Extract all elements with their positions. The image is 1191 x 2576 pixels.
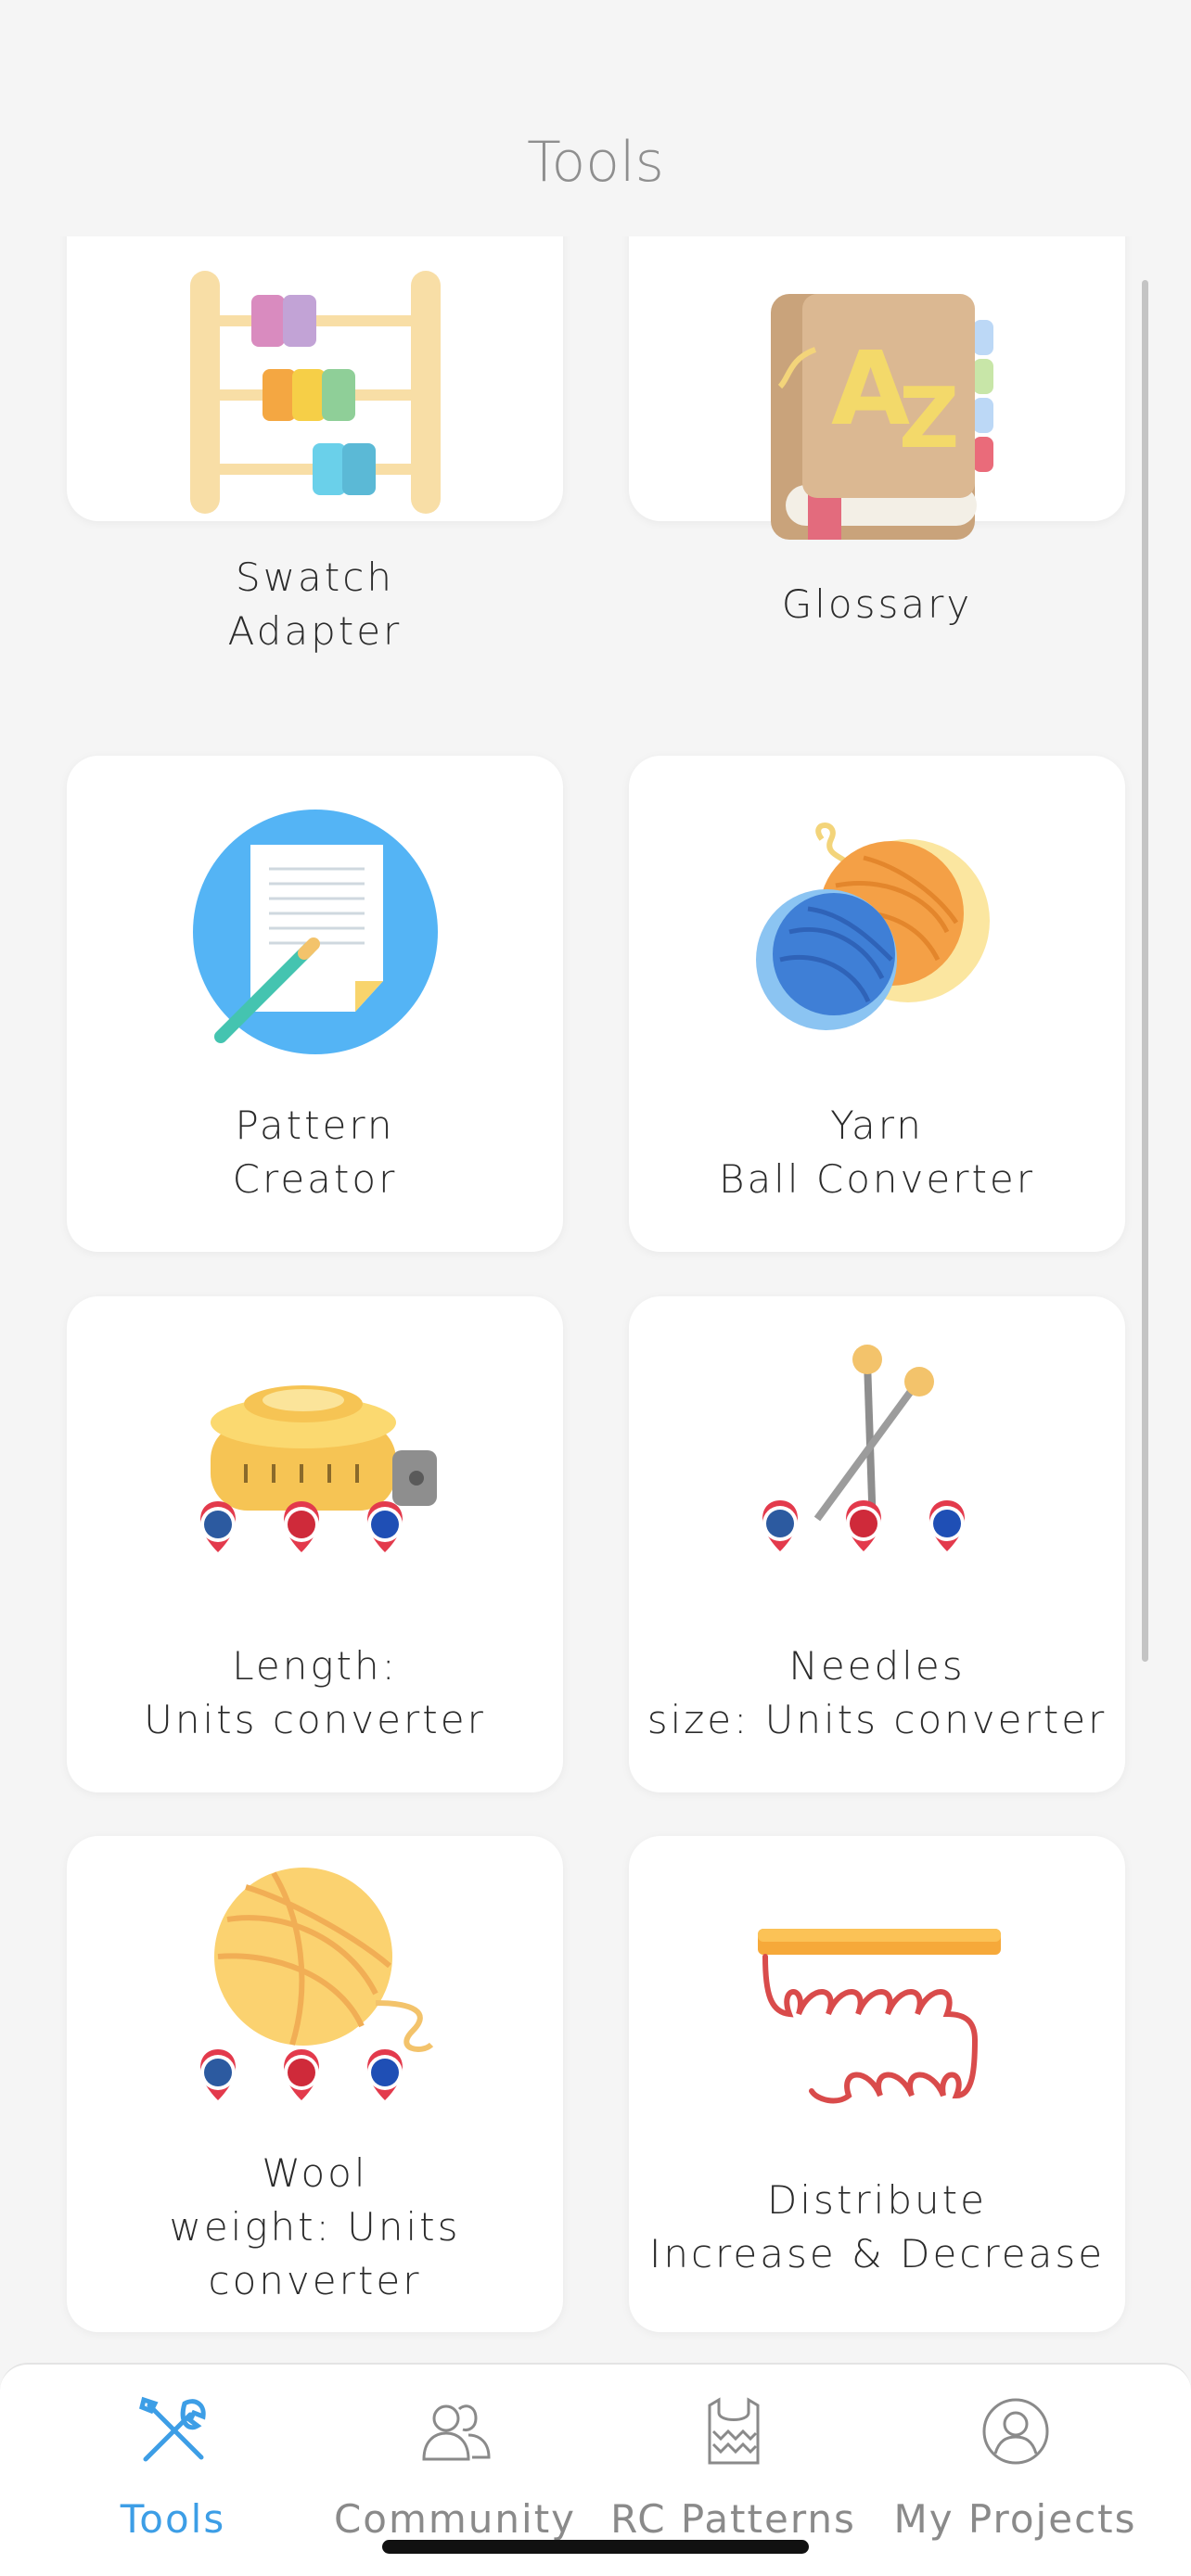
tools-icon: [24, 2394, 322, 2468]
tab-rc-patterns[interactable]: RC Patterns: [584, 2365, 882, 2550]
svg-text:Z: Z: [899, 370, 959, 467]
tool-card-glossary[interactable]: A Z Glossary: [629, 236, 1125, 627]
tool-card-swatch-adapter[interactable]: Swatch Adapter: [67, 236, 563, 654]
stitches-needle-icon: [629, 1929, 1125, 2188]
tab-my-projects[interactable]: My Projects: [866, 2365, 1164, 2550]
pattern-document-icon: [67, 810, 563, 1069]
tool-card-length-converter[interactable]: Length: Units converter: [67, 1296, 563, 1792]
home-indicator: [382, 2540, 809, 2554]
tool-label: Swatch Adapter: [227, 555, 403, 654]
tool-label: Glossary: [781, 581, 973, 627]
tool-label: Yarn Ball Converter: [718, 1103, 1036, 1202]
glossary-book-icon: A Z: [629, 294, 1125, 554]
tool-label: Wool weight: Units converter: [169, 2150, 461, 2303]
tab-tools[interactable]: Tools: [24, 2365, 322, 2550]
tool-card-wool-weight-converter[interactable]: Wool weight: Units converter: [67, 1836, 563, 2332]
tab-label: My Projects: [893, 2496, 1137, 2542]
tool-label: Pattern Creator: [232, 1103, 398, 1202]
community-icon: [306, 2394, 604, 2468]
page-title: Tools: [527, 130, 664, 195]
tool-label: Distribute Increase & Decrease: [648, 2177, 1106, 2276]
tool-label: Needles size: Units converter: [647, 1643, 1108, 1742]
scrollbar[interactable]: [1142, 280, 1148, 1662]
yarn-balls-icon: [629, 821, 1125, 1080]
header: Tools: [0, 0, 1191, 236]
sweater-icon: [584, 2394, 882, 2468]
tool-card-needles-converter[interactable]: Needles size: Units converter: [629, 1296, 1125, 1792]
wool-ball-flags-icon: [67, 1864, 563, 2123]
tab-label: Tools: [120, 2496, 226, 2542]
abacus-icon: [67, 271, 563, 530]
tab-label: Community: [333, 2496, 577, 2542]
knitting-needles-flags-icon: [629, 1343, 1125, 1602]
tab-community[interactable]: Community: [306, 2365, 604, 2550]
tool-card-pattern-creator[interactable]: Pattern Creator: [67, 756, 563, 1252]
tape-measure-flags-icon: [67, 1376, 563, 1636]
tools-screen: Tools Swatch Adapter A Z Glossary Patter…: [0, 0, 1191, 2576]
tool-card-yarn-ball-converter[interactable]: Yarn Ball Converter: [629, 756, 1125, 1252]
tool-label: Length: Units converter: [144, 1643, 486, 1742]
profile-icon: [866, 2394, 1164, 2468]
tools-grid: Swatch Adapter A Z Glossary Pattern Crea…: [0, 236, 1191, 2363]
tool-card-distribute-increase-decrease[interactable]: Distribute Increase & Decrease: [629, 1836, 1125, 2332]
tab-label: RC Patterns: [610, 2496, 856, 2542]
